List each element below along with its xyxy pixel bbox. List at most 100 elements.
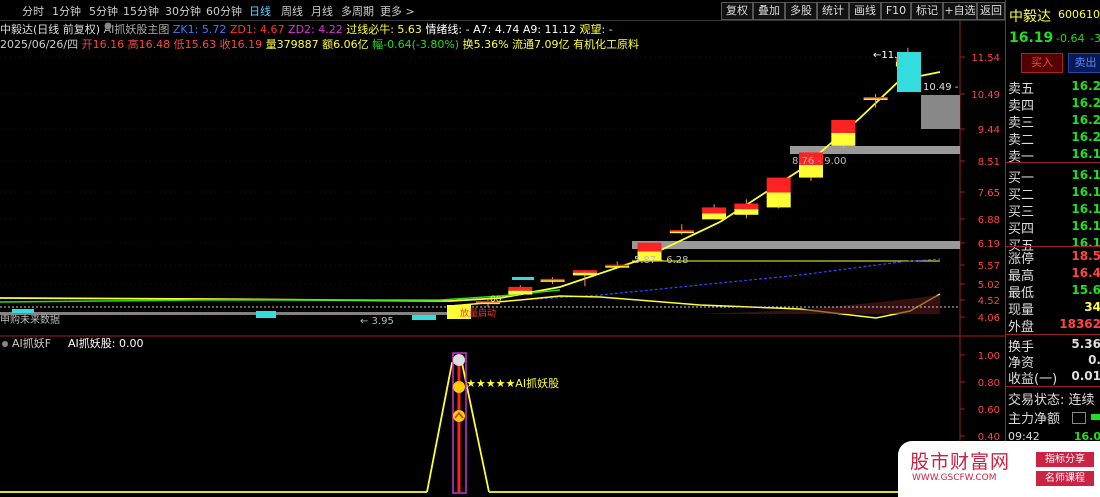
top-cyan-candle: [897, 52, 921, 92]
base-cyan-1: [12, 309, 34, 313]
base-cyan-2: [256, 311, 276, 318]
candle-body-bottom: [572, 272, 597, 276]
orderbook-price: 16.2: [1071, 113, 1100, 127]
sub-tick-label: 0.60: [978, 405, 1000, 416]
price-tick-label: 6.19: [978, 239, 1000, 250]
orderbook-price: 16.1: [1071, 236, 1100, 250]
cyan-doji: [512, 277, 534, 280]
orderbook-price: 16.1: [1071, 202, 1100, 216]
buy-button[interactable]: 买入: [1021, 53, 1063, 73]
price-box-top: [921, 95, 960, 129]
candle-body-top: [831, 120, 856, 133]
trade-state: 交易状态: 连续: [1008, 393, 1095, 408]
stat-value: 18362: [1059, 317, 1100, 331]
turnover-value: 5.36: [1071, 337, 1100, 351]
income-value: 0.01: [1071, 369, 1100, 383]
launch-tag: 放量启动: [460, 307, 496, 319]
sub-tick-label: 1.00: [978, 351, 1000, 362]
price-label-top: 10.49 -: [923, 82, 959, 93]
watermark-tag1: 指标分享: [1036, 452, 1094, 467]
income-label: 收益(一): [1008, 372, 1058, 387]
sub-indicator-name: AI抓妖F: [12, 336, 51, 350]
candle-body-top: [605, 264, 630, 267]
orderbook-price: 16.1: [1071, 147, 1100, 161]
price-tick-label: 6.88: [978, 215, 1000, 226]
candle-body-bottom: [508, 290, 533, 295]
stat-value: 34: [1084, 300, 1100, 314]
smile-icon: [453, 381, 465, 393]
panel-change2: -3: [1090, 32, 1100, 45]
kline-chart[interactable]: 11.54 10.49 9.44 8.51 7.65 6.88 6.19 5.57 5.02 4.…: [0, 0, 1005, 497]
panel-price: 16.19: [1009, 30, 1054, 46]
orderbook-price: 16.2: [1071, 79, 1100, 93]
stat-label: 外盘: [1008, 320, 1035, 335]
price-tick-label: 4.06: [978, 313, 1000, 324]
watermark-url: WWW.GSCFW.COM: [912, 473, 997, 483]
top-price-label: ←11.: [873, 50, 897, 61]
candle-body-top: [669, 230, 694, 232]
star-signal-label: ★★★★★AI抓妖股: [466, 376, 559, 390]
orderbook-price: 16.1: [1071, 185, 1100, 199]
price-grid: [0, 56, 960, 318]
sub-indicator-dot: [2, 341, 8, 347]
base-bar-strip: [0, 312, 450, 315]
sell-button[interactable]: 卖出: [1068, 53, 1100, 73]
panel-change: -0.64: [1056, 32, 1085, 45]
orderbook-price: 16.2: [1071, 96, 1100, 110]
candle-body-top: [540, 278, 565, 281]
candle-body-top: [863, 97, 888, 99]
low-mark-label: ← 3.95: [360, 316, 394, 327]
candle-body-top: [734, 203, 759, 210]
b0-label: 00: [490, 295, 502, 305]
sub-indicator-value: AI抓妖股: 0.00: [68, 336, 143, 350]
base-cyan-3: [412, 315, 436, 320]
orderbook-price: 16.1: [1071, 168, 1100, 182]
watermark-title: 股市财富网: [910, 451, 1011, 473]
red-cloud: [700, 295, 940, 314]
price-tick-label: 9.44: [978, 125, 1000, 136]
indicator-toggle-icon: [104, 22, 112, 30]
price-tick-label: 5.02: [978, 280, 1000, 291]
stat-value: 18.5: [1071, 249, 1100, 263]
candle-body-bottom: [734, 209, 759, 215]
candle-body-top: [702, 207, 727, 214]
candle-body-bottom: [766, 192, 791, 208]
stat-value: 16.4: [1071, 266, 1100, 280]
orderbook-price: 16.2: [1071, 130, 1100, 144]
candle-body-top: [766, 177, 791, 193]
main-net-label: 主力净额: [1008, 412, 1061, 427]
candle-body-bottom: [605, 266, 630, 268]
stat-value: 15.6: [1071, 283, 1100, 297]
future-data-label: 申购未来数据: [0, 313, 60, 326]
sub-tick-label: 0.80: [978, 378, 1000, 389]
ma-yellow-line: [0, 71, 941, 302]
panel-stock-code: 600610: [1058, 8, 1100, 21]
price-tick-label: 4.52: [978, 296, 1000, 307]
price-tick-label: 5.57: [978, 261, 1000, 272]
price-tick-label: 11.54: [971, 53, 1000, 64]
candle-body-top: [508, 286, 533, 291]
candle-body-bottom: [540, 280, 565, 282]
candle-body-top: [637, 242, 662, 252]
watermark-tag2: 名师课程: [1036, 471, 1094, 486]
orderbook-price: 16.1: [1071, 219, 1100, 233]
resistance-band-2: [632, 241, 960, 249]
price-tick-label: 8.51: [978, 157, 1000, 168]
price-axis: 11.54 10.49 9.44 8.51 7.65 6.88 6.19 5.57 5.02 4.…: [960, 53, 1000, 324]
candle-body-bottom: [702, 213, 727, 220]
candle-body-bottom: [669, 231, 694, 234]
candle-body-bottom: [831, 132, 856, 146]
candles: [476, 47, 920, 307]
money-bag-icon: [453, 354, 465, 366]
candle-body-bottom: [863, 98, 888, 100]
price-tick-label: 7.65: [978, 188, 1000, 199]
range-label-2: 5.87 - 6.28: [634, 255, 689, 266]
price-tick-label: 10.49: [971, 90, 1000, 101]
panel-stock-name: 中毅达: [1009, 9, 1051, 25]
net-asset-value: 0.: [1088, 353, 1100, 367]
candle-body-top: [572, 270, 597, 273]
main-net-icon[interactable]: [1072, 412, 1086, 424]
range-label-1: 8.76 - 9.00: [792, 156, 847, 167]
quote-panel: 中毅达 600610 16.19 -0.64 -3 买入 卖出 卖五 16.2 卖四…: [1005, 0, 1100, 497]
main-net-bar: [1091, 414, 1100, 420]
